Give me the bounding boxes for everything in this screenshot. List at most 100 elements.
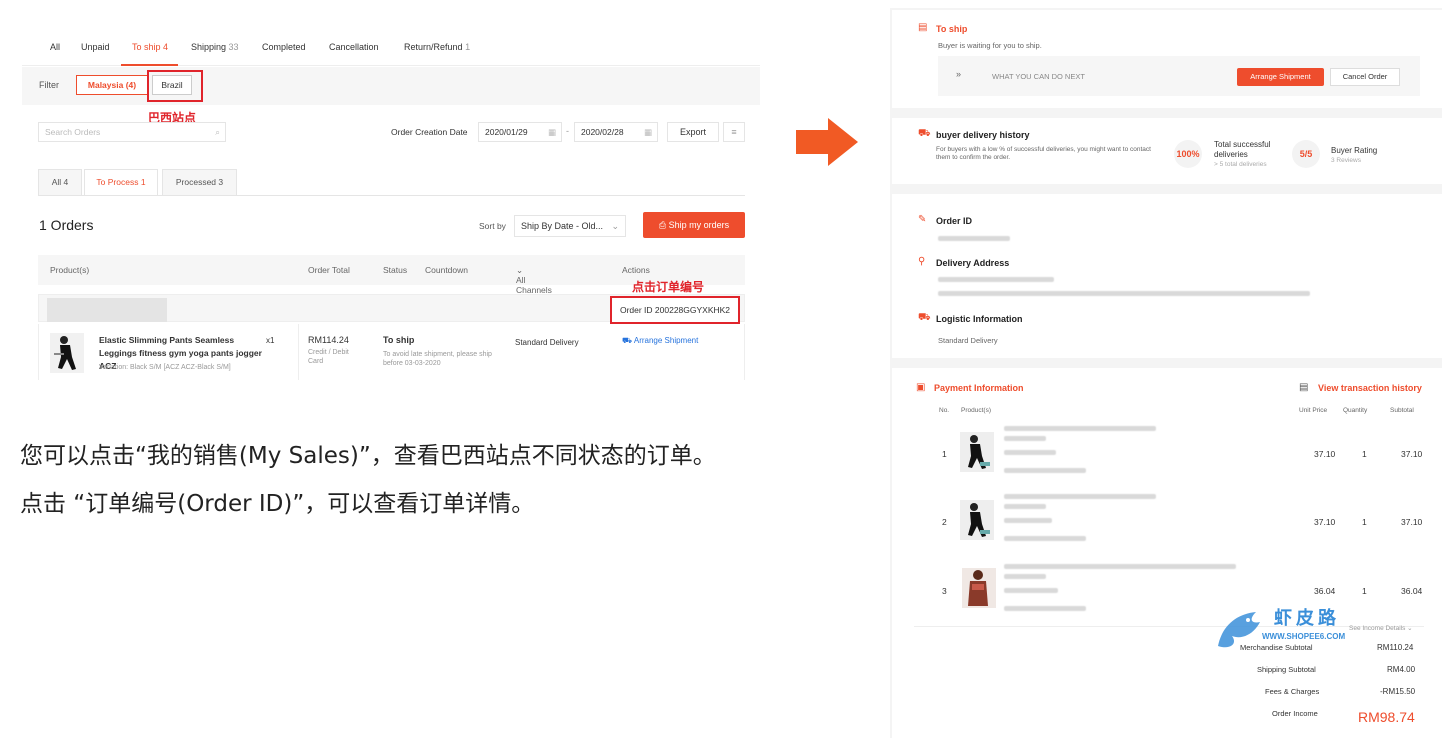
order-id-icon: ✎ <box>918 214 927 225</box>
arrange-shipment-button[interactable]: Arrange Shipment <box>1237 68 1324 86</box>
chevron-down-icon: ⌄ <box>611 221 619 231</box>
tab-return-refund[interactable]: Return/Refund 1 <box>404 42 470 52</box>
row-no: 2 <box>942 517 947 527</box>
quantity: 1 <box>1362 517 1367 527</box>
tab-label: To ship 4 <box>132 42 169 52</box>
subtab-processed[interactable]: Processed 3 <box>162 169 237 195</box>
product-name-blurred <box>1004 574 1046 579</box>
watermark-url: WWW.SHOPEE6.COM <box>1262 632 1346 641</box>
address-title: Delivery Address <box>936 258 1010 268</box>
order-info-card: ✎ Order ID ⚲ Delivery Address ⛟ Logistic… <box>892 194 1442 358</box>
variation-blurred <box>1004 518 1052 523</box>
truck-icon: ⛟ <box>622 336 634 345</box>
sort-select[interactable]: Ship By Date - Old... ⌄ <box>514 215 626 237</box>
success-label: Total successful deliveries <box>1214 140 1271 159</box>
quantity: 1 <box>1362 586 1367 596</box>
truck-icon: ⛟ <box>918 312 931 323</box>
date-label: Order Creation Date <box>391 127 468 137</box>
subtab-to-process[interactable]: To Process 1 <box>84 169 158 195</box>
right-arrow-icon <box>796 118 858 166</box>
product-variation: Variation: Black S/M [ACZ ACZ-Black S/M] <box>99 364 231 371</box>
variation-blurred <box>1004 450 1056 455</box>
clipboard-icon: ▤ <box>918 22 928 33</box>
row-no: 1 <box>942 449 947 459</box>
search-placeholder: Search Orders <box>45 127 101 137</box>
watermark-cn: 虾皮路 <box>1274 608 1340 629</box>
payment-card: ▣ Payment Information ▤ View transaction… <box>892 368 1442 738</box>
variation-blurred <box>1004 588 1058 593</box>
order-id-link[interactable]: Order ID 200228GGYXKHK2 <box>610 296 740 324</box>
tab-completed[interactable]: Completed <box>262 42 306 52</box>
subtab-divider <box>38 195 745 196</box>
cancel-order-button[interactable]: Cancel Order <box>1330 68 1400 86</box>
order-income-label: Order Income <box>1272 709 1318 718</box>
col-actions: Actions <box>622 265 650 275</box>
ship-my-orders-button[interactable]: ⎙ Ship my orders <box>643 212 745 238</box>
subtab-all[interactable]: All 4 <box>38 169 82 195</box>
chip-malaysia[interactable]: Malaysia (4) <box>76 75 148 95</box>
product-name-blurred <box>1004 504 1046 509</box>
logistic-title: Logistic Information <box>936 314 1023 324</box>
delivery-channel: Standard Delivery <box>515 338 579 347</box>
tab-to-ship[interactable]: To ship 4 <box>132 42 168 52</box>
transaction-history-link[interactable]: View transaction history <box>1318 383 1422 393</box>
tab-all[interactable]: All <box>50 42 60 52</box>
product-image <box>960 432 994 472</box>
search-orders-input[interactable]: Search Orders ⌕ <box>38 122 226 142</box>
date-from-value: 2020/01/29 <box>485 127 528 137</box>
to-ship-subtitle: Buyer is waiting for you to ship. <box>938 41 1042 50</box>
sort-value: Ship By Date - Old... <box>521 221 604 231</box>
quantity: 1 <box>1362 449 1367 459</box>
date-separator: - <box>566 126 569 136</box>
product-quantity: x1 <box>266 336 275 345</box>
payment-method: Credit / Debit Card <box>308 349 349 365</box>
rating-badge: 5/5 <box>1292 140 1320 168</box>
arrange-shipment-link[interactable]: ⛟ Arrange Shipment <box>622 334 698 347</box>
ship-deadline-note: To avoid late shipment, please ship befo… <box>383 351 492 367</box>
calendar-icon: ▦ <box>547 127 556 137</box>
channels-label: All Channels <box>516 275 552 295</box>
sku-blurred <box>1004 468 1086 473</box>
summary-label: Fees & Charges <box>1265 687 1320 696</box>
product-name-blurred <box>1004 564 1236 569</box>
rating-sub: 3 Reviews <box>1331 157 1361 164</box>
unit-price: 37.10 <box>1314 449 1336 459</box>
date-from-input[interactable]: 2020/01/29 ▦ <box>478 122 562 142</box>
col-product: Product(s) <box>961 407 991 414</box>
address-name-blurred <box>938 277 1054 282</box>
subtotal: 36.04 <box>1401 586 1423 596</box>
order-id-blurred <box>938 236 1010 241</box>
order-income-value: RM98.74 <box>1358 709 1415 725</box>
row-no: 3 <box>942 586 947 596</box>
region-filter-bar: Filter Malaysia (4) Brazil <box>22 67 760 105</box>
tab-cancellation[interactable]: Cancellation <box>329 42 379 52</box>
tab-shipping[interactable]: Shipping 33 <box>191 42 239 52</box>
search-icon: ⌕ <box>215 127 220 137</box>
export-button[interactable]: Export <box>667 122 719 142</box>
product-image <box>962 568 996 608</box>
col-unit-price: Unit Price <box>1299 407 1328 414</box>
success-rate-badge: 100% <box>1174 140 1202 168</box>
order-total: RM114.24 <box>308 335 349 345</box>
product-thumbnail <box>50 333 84 373</box>
rating-label: Buyer Rating <box>1331 146 1378 155</box>
product-image <box>50 333 84 373</box>
summary-value: RM110.24 <box>1377 643 1414 652</box>
col-no: No. <box>939 407 950 414</box>
cell-divider <box>298 324 299 380</box>
subtotal: 37.10 <box>1401 517 1423 527</box>
col-quantity: Quantity <box>1343 407 1368 414</box>
col-countdown: Countdown <box>425 265 469 275</box>
order-status: To ship <box>383 335 415 345</box>
subtotal: 37.10 <box>1401 449 1423 459</box>
product-name-blurred <box>1004 494 1156 499</box>
menu-icon[interactable]: ≡ <box>723 122 745 142</box>
tab-label: Shipping <box>191 42 227 52</box>
tab-unpaid[interactable]: Unpaid <box>81 42 110 52</box>
brazil-highlight-box <box>147 70 203 102</box>
order-detail-panel: ▤ To ship Buyer is waiting for you to sh… <box>890 8 1442 738</box>
col-channels[interactable]: All Channels ⌄ <box>516 265 552 295</box>
date-to-input[interactable]: 2020/02/28 ▦ <box>574 122 658 142</box>
product-name-blurred <box>1004 436 1046 441</box>
sort-label: Sort by <box>479 221 506 231</box>
